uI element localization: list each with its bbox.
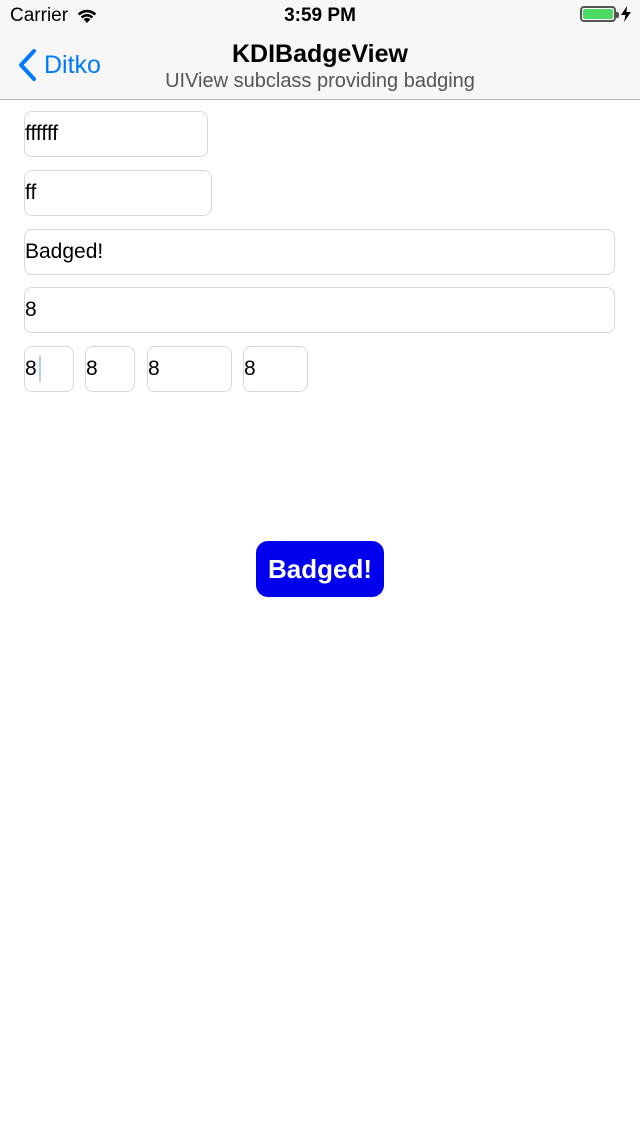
inset-left-field[interactable]: 8 xyxy=(85,346,135,392)
badge-label: Badged! xyxy=(268,553,372,584)
page-title: KDIBadgeView xyxy=(232,40,408,68)
inset-right-field[interactable]: 8 xyxy=(243,346,308,392)
inset-bottom-value: 8 xyxy=(148,357,160,380)
text-color-value: ffffff xyxy=(25,122,59,145)
text-cursor xyxy=(38,356,41,382)
badge-text-field[interactable]: Badged! xyxy=(24,229,615,275)
navigation-bar: Ditko KDIBadgeView UIView subclass provi… xyxy=(0,40,640,100)
inset-top-value: 8 xyxy=(25,357,37,380)
inset-top-field[interactable]: 8 xyxy=(24,346,74,392)
background-color-field[interactable]: ff xyxy=(24,170,212,216)
battery-level xyxy=(583,9,613,19)
page-subtitle: UIView subclass providing badging xyxy=(165,70,475,92)
status-time: 3:59 PM xyxy=(284,5,356,26)
text-color-field[interactable]: ffffff xyxy=(24,111,208,157)
status-bar: Carrier 3:59 PM xyxy=(0,0,640,40)
background-color-value: ff xyxy=(25,181,37,204)
charging-bolt-icon xyxy=(621,6,631,22)
corner-radius-field[interactable]: 8 xyxy=(24,287,615,333)
battery-icon xyxy=(580,6,619,22)
inset-bottom-field[interactable]: 8 xyxy=(147,346,232,392)
badge-text-value: Badged! xyxy=(25,240,104,263)
inset-left-value: 8 xyxy=(86,357,98,380)
corner-radius-value: 8 xyxy=(25,298,37,321)
inset-right-value: 8 xyxy=(244,357,256,380)
badge-view[interactable]: Badged! xyxy=(256,541,384,597)
status-right xyxy=(580,6,632,22)
